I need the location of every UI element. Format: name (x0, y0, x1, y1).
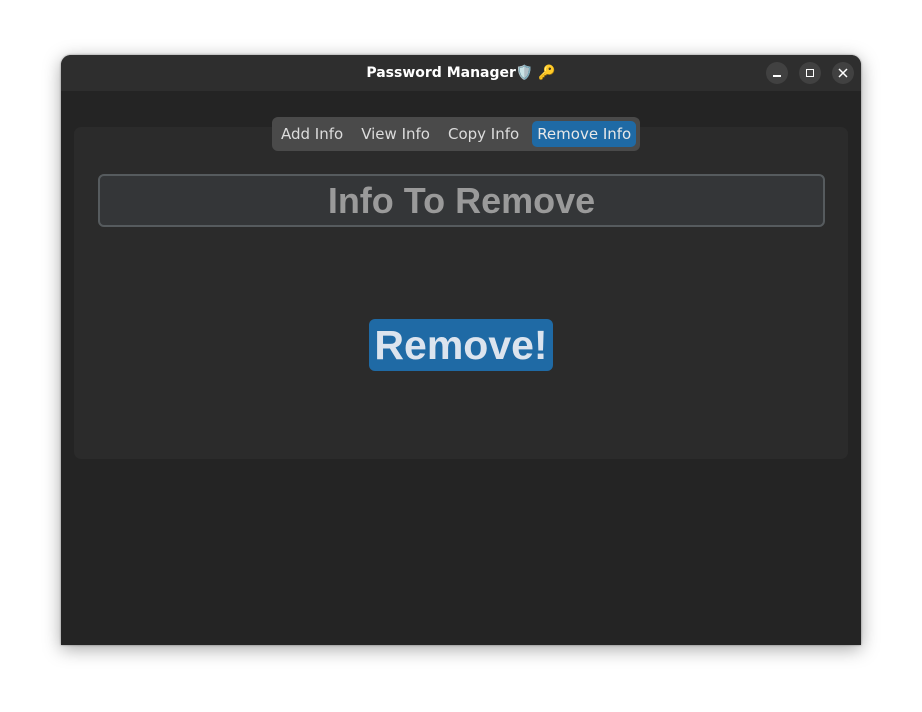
tab-bar: Add Info View Info Copy Info Remove Info (272, 117, 641, 151)
tab-remove-info[interactable]: Remove Info (532, 121, 637, 147)
tab-add-info[interactable]: Add Info (276, 121, 348, 147)
app-window: Password Manager🛡️ 🔑 Add Info View Info … (61, 55, 861, 645)
title-bar[interactable]: Password Manager🛡️ 🔑 (61, 55, 861, 91)
close-icon (838, 68, 848, 78)
window-title: Password Manager🛡️ 🔑 (366, 65, 556, 81)
minimize-button[interactable] (766, 62, 788, 84)
maximize-icon (806, 69, 814, 77)
tab-view-info[interactable]: View Info (356, 121, 435, 147)
tab-copy-info[interactable]: Copy Info (443, 121, 524, 147)
info-to-remove-input[interactable]: Info To Remove (98, 174, 825, 227)
minimize-icon (773, 75, 781, 77)
maximize-button[interactable] (799, 62, 821, 84)
close-button[interactable] (832, 62, 854, 84)
remove-button[interactable]: Remove! (369, 319, 553, 371)
